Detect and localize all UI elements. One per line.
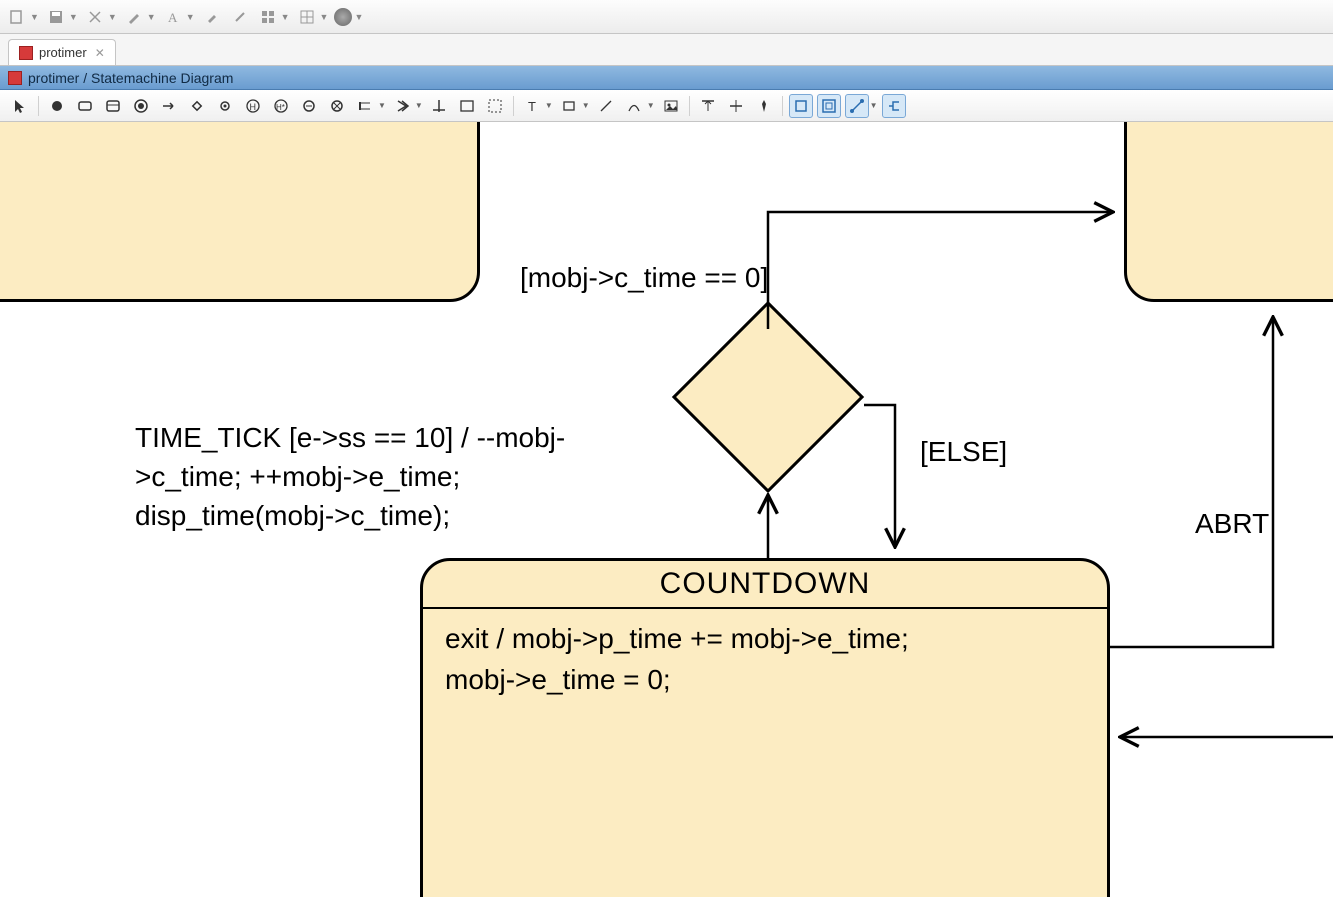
dropdown-icon[interactable]: ▼ <box>320 12 329 22</box>
text-icon[interactable]: T <box>520 94 544 118</box>
final-state-icon[interactable] <box>129 94 153 118</box>
region-icon[interactable] <box>455 94 479 118</box>
editor-title-bar: protimer / Statemachine Diagram <box>0 66 1333 90</box>
tab-row: protimer ✕ <box>0 34 1333 66</box>
dropdown-icon[interactable]: ▼ <box>354 12 363 22</box>
curve-tool-icon[interactable] <box>622 94 646 118</box>
tab-protimer[interactable]: protimer ✕ <box>8 39 116 65</box>
svg-text:T: T <box>528 99 536 114</box>
svg-text:H: H <box>250 102 257 112</box>
pencil-icon[interactable] <box>123 6 145 28</box>
line-tool-icon[interactable] <box>594 94 618 118</box>
dropdown-icon[interactable]: ▼ <box>69 12 78 22</box>
dropdown-icon[interactable]: ▼ <box>545 101 553 110</box>
diagram-canvas[interactable]: COUNTDOWN exit / mobj->p_time += mobj->e… <box>0 122 1333 897</box>
connector-icon[interactable] <box>845 94 869 118</box>
dropdown-icon[interactable]: ▼ <box>582 101 590 110</box>
circle-fill-icon[interactable] <box>334 8 352 26</box>
state-box-partial-top-right[interactable] <box>1124 122 1333 302</box>
font-icon[interactable]: A <box>162 6 184 28</box>
paint-icon[interactable] <box>201 6 223 28</box>
transition-icon[interactable] <box>157 94 181 118</box>
dropdown-icon[interactable]: ▼ <box>186 12 195 22</box>
dropdown-icon[interactable]: ▼ <box>281 12 290 22</box>
dropdown-icon[interactable]: ▼ <box>30 12 39 22</box>
separator <box>513 96 514 116</box>
box1-icon[interactable] <box>789 94 813 118</box>
close-icon[interactable]: ✕ <box>95 46 105 60</box>
separator <box>689 96 690 116</box>
junction-icon[interactable] <box>213 94 237 118</box>
rect-tool-icon[interactable] <box>557 94 581 118</box>
image-icon[interactable] <box>659 94 683 118</box>
pointer-icon[interactable] <box>8 94 32 118</box>
separator <box>38 96 39 116</box>
dropdown-icon[interactable]: ▼ <box>870 101 878 110</box>
composite-state-icon[interactable] <box>101 94 125 118</box>
router-icon[interactable] <box>882 94 906 118</box>
dropdown-icon[interactable]: ▼ <box>647 101 655 110</box>
transition-else-label[interactable]: [ELSE] <box>920 432 1007 471</box>
choice-icon[interactable] <box>185 94 209 118</box>
exit-point-icon[interactable] <box>325 94 349 118</box>
brush-icon[interactable] <box>229 6 251 28</box>
svg-text:A: A <box>168 10 178 25</box>
svg-text:H*: H* <box>276 103 285 112</box>
cut-icon[interactable] <box>84 6 106 28</box>
history-h-icon[interactable]: H <box>241 94 265 118</box>
save-icon[interactable] <box>45 6 67 28</box>
transition-tick-label[interactable]: TIME_TICK [e->ss == 10] / --mobj->c_time… <box>135 418 625 536</box>
grid-icon[interactable] <box>257 6 279 28</box>
dropdown-icon[interactable]: ▼ <box>378 101 386 110</box>
new-icon[interactable] <box>6 6 28 28</box>
terminate-icon[interactable] <box>427 94 451 118</box>
editor-title-text: protimer / Statemachine Diagram <box>28 70 233 86</box>
box2-icon[interactable] <box>817 94 841 118</box>
state-box-partial-top-left[interactable] <box>0 122 480 302</box>
fork-icon[interactable] <box>353 94 377 118</box>
dropdown-icon[interactable]: ▼ <box>147 12 156 22</box>
join-icon[interactable] <box>390 94 414 118</box>
align-middle-icon[interactable] <box>724 94 748 118</box>
entry-point-icon[interactable] <box>297 94 321 118</box>
state-countdown-body: exit / mobj->p_time += mobj->e_time; mob… <box>423 609 1107 710</box>
pin-icon[interactable] <box>752 94 776 118</box>
align-top-icon[interactable] <box>696 94 720 118</box>
tab-label: protimer <box>39 45 87 60</box>
initial-state-icon[interactable] <box>45 94 69 118</box>
state-rect-icon[interactable] <box>73 94 97 118</box>
choice-pseudostate[interactable] <box>672 301 864 493</box>
palette-toolbar: H H* ▼ ▼ T ▼ ▼ ▼ ▼ <box>0 90 1333 122</box>
state-countdown[interactable]: COUNTDOWN exit / mobj->p_time += mobj->e… <box>420 558 1110 897</box>
transition-abrt-label[interactable]: ABRT <box>1195 504 1269 543</box>
note-icon[interactable] <box>483 94 507 118</box>
separator <box>782 96 783 116</box>
main-toolbar: ▼ ▼ ▼ ▼ A ▼ ▼ ▼ ▼ <box>0 0 1333 34</box>
history-hstar-icon[interactable]: H* <box>269 94 293 118</box>
diagram-file-icon <box>8 71 22 85</box>
dropdown-icon[interactable]: ▼ <box>415 101 423 110</box>
state-countdown-title: COUNTDOWN <box>423 561 1107 607</box>
transition-guard-zero[interactable]: [mobj->c_time == 0] <box>520 258 768 297</box>
grid2-icon[interactable] <box>296 6 318 28</box>
diagram-file-icon <box>19 46 33 60</box>
dropdown-icon[interactable]: ▼ <box>108 12 117 22</box>
